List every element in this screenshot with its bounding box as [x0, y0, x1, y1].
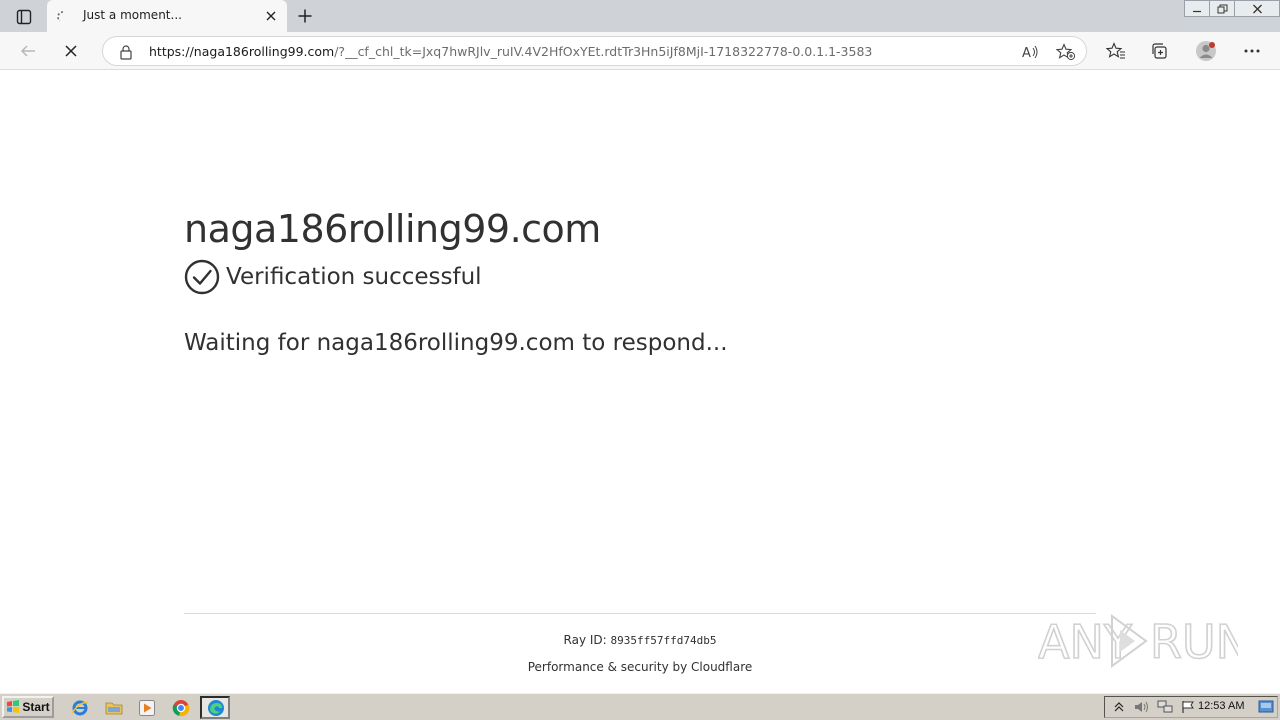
show-desktop-icon[interactable] — [1258, 700, 1274, 714]
edge-taskbar-button[interactable] — [200, 696, 230, 719]
tray-expand-icon[interactable] — [1110, 698, 1128, 716]
minimize-button[interactable] — [1184, 0, 1210, 17]
stop-icon[interactable] — [57, 38, 85, 64]
tab-title: Just a moment... — [83, 8, 182, 22]
browser-toolbar: https://naga186rolling99.com/?__cf_chl_t… — [0, 32, 1280, 70]
url-host: https://naga186rolling99.com — [149, 44, 335, 59]
close-icon[interactable] — [261, 6, 281, 26]
ray-id-value: 8935ff57ffd74db5 — [610, 634, 717, 647]
media-player-icon[interactable] — [137, 698, 157, 718]
start-button[interactable]: Start — [2, 696, 54, 718]
verification-status: Verification successful — [184, 259, 482, 295]
back-arrow-icon[interactable] — [14, 38, 42, 64]
waiting-text: Waiting for naga186rolling99.com to resp… — [184, 330, 728, 356]
windows-logo-icon — [7, 700, 20, 713]
anyrun-watermark-logo: ANY RUN — [1038, 614, 1238, 670]
url-path: /?__cf_chl_tk=Jxq7hwRJlv_ruIV.4V2HfOxYEt… — [334, 44, 873, 59]
svg-text:RUN: RUN — [1150, 615, 1238, 669]
start-label: Start — [22, 700, 50, 714]
svg-text:A: A — [1022, 46, 1031, 60]
chrome-icon[interactable] — [171, 698, 191, 718]
tab-strip: Just a moment... — [0, 0, 1280, 32]
window-close-button[interactable] — [1234, 0, 1280, 17]
footer-divider — [184, 613, 1096, 614]
clock[interactable]: 12:53 AM — [1198, 700, 1244, 712]
volume-icon[interactable] — [1133, 698, 1151, 716]
add-favorite-icon[interactable] — [1055, 42, 1077, 62]
profile-icon[interactable] — [1192, 38, 1220, 64]
ray-id-label: Ray ID: — [563, 633, 611, 647]
system-tray: 12:53 AM — [1104, 696, 1278, 718]
address-bar[interactable]: https://naga186rolling99.com/?__cf_chl_t… — [102, 36, 1087, 66]
plus-icon[interactable] — [293, 4, 317, 28]
edge-icon — [208, 700, 224, 716]
browser-tab[interactable]: Just a moment... — [47, 0, 287, 32]
check-circle-icon — [184, 259, 220, 295]
tab-actions-icon[interactable] — [10, 6, 38, 28]
network-icon[interactable] — [1156, 698, 1174, 716]
flag-icon[interactable] — [1179, 698, 1197, 716]
favorites-icon[interactable] — [1102, 38, 1130, 64]
restore-button[interactable] — [1209, 0, 1235, 17]
lock-icon[interactable] — [118, 44, 134, 60]
site-heading: naga186rolling99.com — [184, 207, 601, 251]
window-controls — [1184, 0, 1280, 18]
folder-icon[interactable] — [104, 698, 124, 718]
tab-loading-icon — [56, 9, 70, 23]
page-content: naga186rolling99.com Verification succes… — [0, 71, 1280, 693]
url-text[interactable]: https://naga186rolling99.com/?__cf_chl_t… — [149, 44, 872, 59]
verification-text: Verification successful — [226, 264, 482, 290]
internet-explorer-icon[interactable] — [70, 698, 90, 718]
collections-icon[interactable] — [1146, 38, 1174, 64]
more-icon[interactable] — [1238, 38, 1266, 64]
taskbar: Start 12:53 AM — [0, 693, 1280, 720]
read-aloud-icon[interactable]: A — [1019, 42, 1041, 62]
